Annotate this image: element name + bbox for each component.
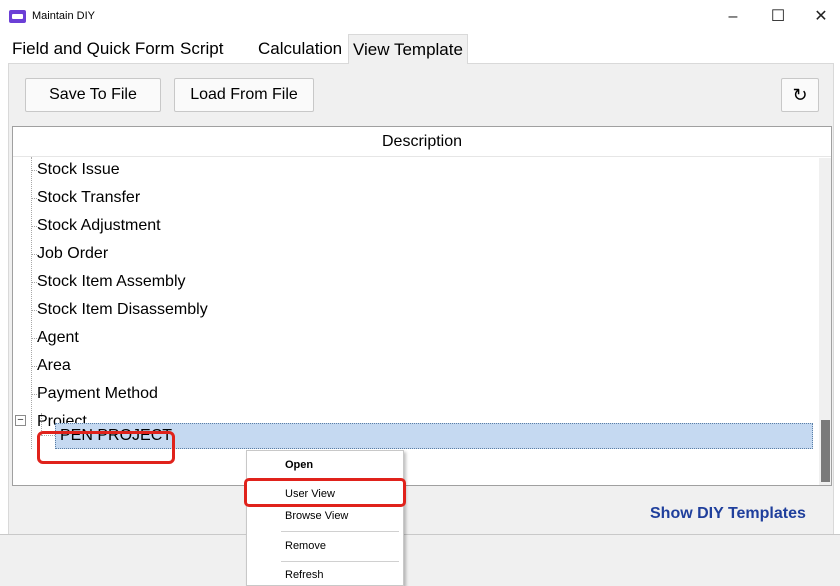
menu-item-browse-view[interactable]: Browse View	[247, 505, 403, 527]
load-from-file-button[interactable]: Load From File	[174, 78, 314, 112]
app-icon	[9, 10, 26, 23]
tree-item[interactable]: Payment Method	[31, 381, 158, 407]
title-bar: Maintain DIY – ☐ ✕	[0, 0, 840, 34]
save-to-file-button[interactable]: Save To File	[25, 78, 161, 112]
tab-view-template[interactable]: View Template	[348, 34, 468, 64]
tab-script[interactable]: Script	[176, 34, 227, 64]
tab-calculation[interactable]: Calculation	[254, 34, 346, 64]
show-diy-templates-link[interactable]: Show DIY Templates	[650, 505, 806, 523]
tab-field-and-quick-form[interactable]: Field and Quick Form	[8, 34, 179, 64]
tree-item[interactable]: Area	[31, 353, 71, 379]
tree-item[interactable]: Stock Issue	[31, 157, 120, 183]
tree-column-header: Description	[13, 127, 831, 157]
menu-item-open[interactable]: Open	[247, 454, 403, 476]
menu-separator	[281, 561, 399, 562]
collapse-icon[interactable]: −	[15, 415, 26, 426]
tree-item[interactable]: Stock Item Disassembly	[31, 297, 208, 323]
scrollbar-thumb[interactable]	[821, 420, 830, 482]
minimize-button[interactable]: –	[710, 4, 756, 30]
refresh-button[interactable]: ↻	[781, 78, 819, 112]
tree-item[interactable]: Stock Adjustment	[31, 213, 161, 239]
vertical-scrollbar[interactable]	[819, 158, 831, 485]
tree-item[interactable]: Job Order	[30, 241, 108, 267]
menu-item-refresh[interactable]: Refresh	[247, 564, 403, 586]
maximize-button[interactable]: ☐	[755, 4, 801, 30]
context-menu: Open User View Browse View Remove Refres…	[246, 450, 404, 586]
menu-separator	[281, 531, 399, 532]
tab-bar: Field and Quick Form Script Calculation …	[8, 34, 834, 64]
highlight-box	[244, 478, 406, 507]
tree-item[interactable]: Stock Item Assembly	[31, 269, 186, 295]
close-button[interactable]: ✕	[798, 4, 840, 30]
tree-connector-line	[31, 157, 32, 449]
status-bar	[0, 534, 840, 586]
menu-item-remove[interactable]: Remove	[247, 535, 403, 557]
highlight-box	[37, 431, 175, 464]
window-title: Maintain DIY	[32, 10, 95, 22]
tree-item[interactable]: Stock Transfer	[30, 185, 140, 211]
refresh-icon: ↻	[792, 85, 808, 105]
tree-item[interactable]: Agent	[31, 325, 79, 351]
